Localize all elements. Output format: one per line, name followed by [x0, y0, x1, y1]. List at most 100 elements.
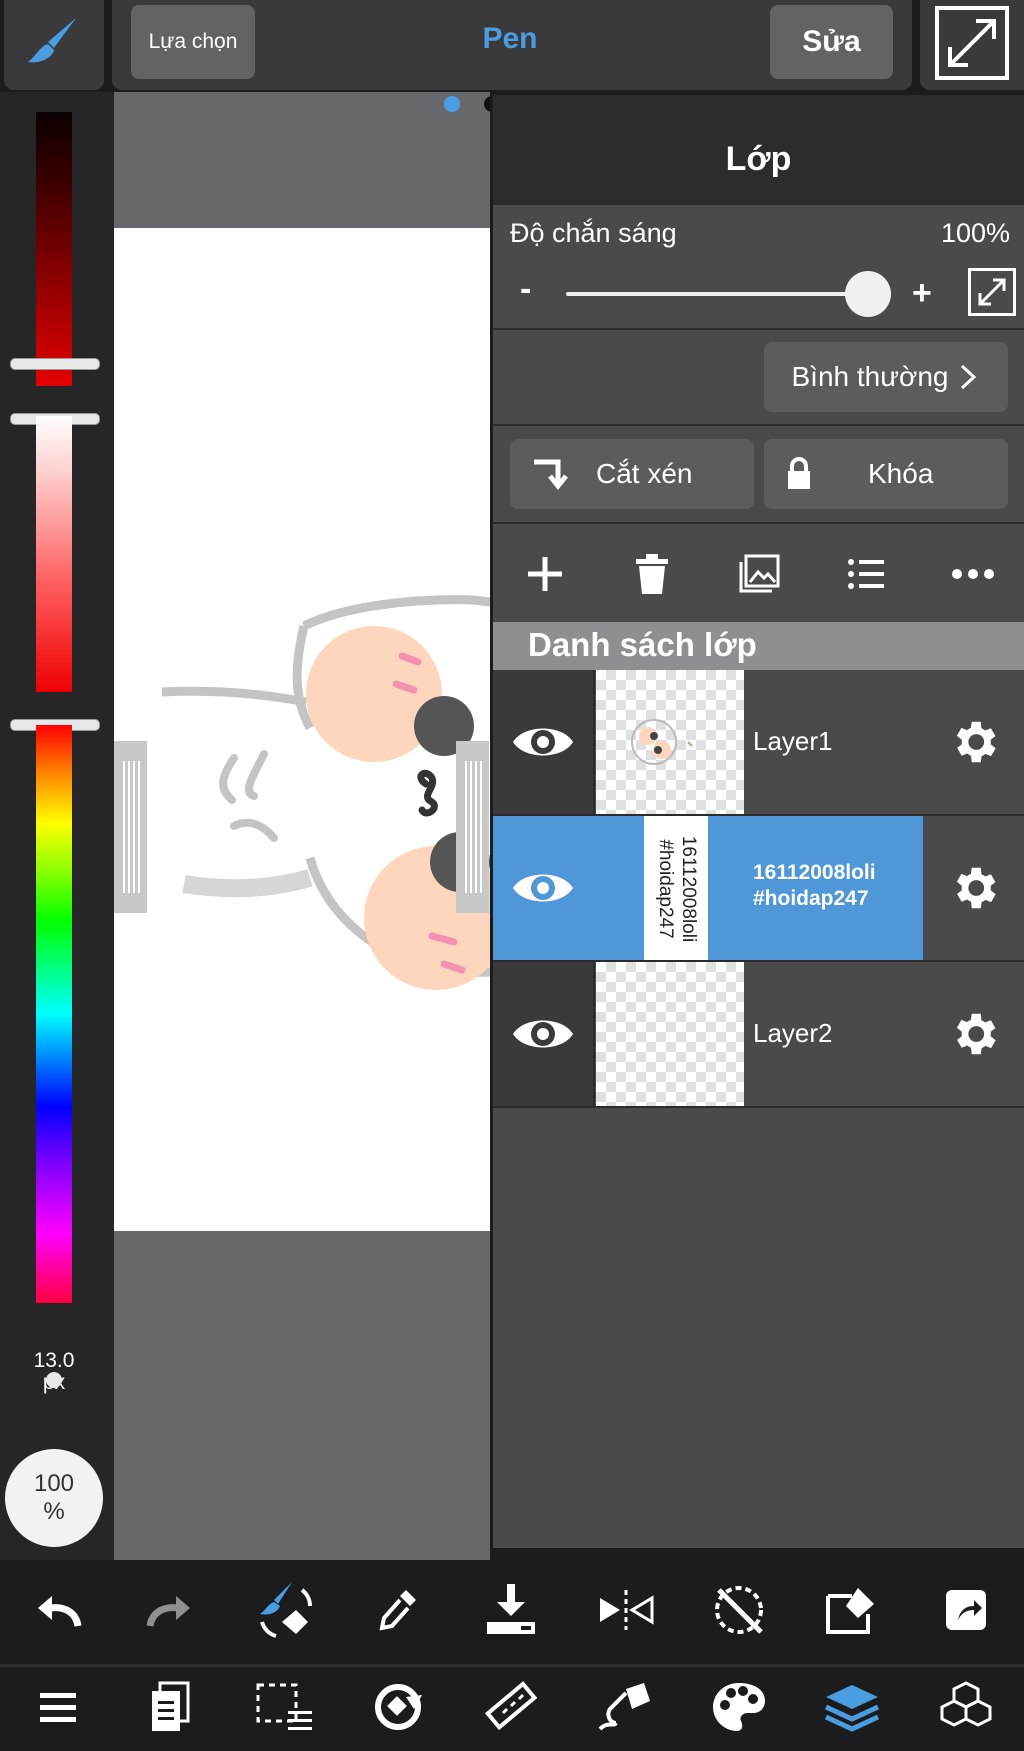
layer-name-line2: #hoidap247 [753, 887, 869, 910]
flip-icon [600, 1590, 654, 1630]
eye-icon [513, 728, 573, 756]
chevron-right-icon [961, 364, 977, 390]
undo-button[interactable] [18, 1570, 98, 1650]
fullscreen-button[interactable] [920, 0, 1024, 90]
layers-button[interactable] [812, 1667, 892, 1747]
visibility-toggle[interactable] [493, 670, 595, 814]
menu-button[interactable] [18, 1667, 98, 1747]
image-icon [739, 554, 780, 593]
eyedropper-icon [379, 1590, 416, 1631]
gear-icon [956, 1013, 996, 1055]
delete-layer-button[interactable] [622, 540, 682, 608]
drawing-artwork [161, 595, 508, 990]
saturation-slider[interactable] [36, 416, 72, 692]
brush-tool-button[interactable] [4, 0, 104, 90]
tool-title[interactable]: Pen [420, 22, 600, 56]
edit-button[interactable]: Sửa [770, 5, 893, 79]
brightness-handle[interactable] [10, 358, 100, 370]
canvas-paper[interactable] [114, 228, 508, 1231]
layer-thumbnail [596, 962, 744, 1106]
layers-icon [824, 1685, 880, 1732]
brightness-slider[interactable] [36, 112, 72, 386]
left-drag-handle[interactable] [114, 741, 147, 913]
gear-icon [956, 867, 996, 909]
grip-lines-icon [123, 761, 140, 893]
thumb-text-line2: #hoidap247 [655, 839, 676, 939]
brush-transform-button[interactable] [244, 1570, 324, 1650]
edit-canvas-button[interactable] [812, 1570, 892, 1650]
add-layer-button[interactable] [515, 540, 575, 608]
pages-button[interactable] [130, 1667, 210, 1747]
layer-settings-button[interactable] [923, 670, 1024, 814]
pages-icon [152, 1681, 190, 1731]
eyedropper-button[interactable] [358, 1570, 438, 1650]
layer-row[interactable]: Layer2 [493, 962, 1024, 1108]
rotate-canvas-button[interactable] [358, 1667, 438, 1747]
rotate-canvas-icon [375, 1684, 422, 1730]
save-button[interactable] [471, 1570, 551, 1650]
blend-mode-button[interactable]: Bình thường [764, 342, 1008, 412]
layer-tools-row [493, 540, 1024, 608]
add-image-layer-button[interactable] [729, 540, 789, 608]
clip-arrow-icon [534, 459, 568, 491]
clipping-button[interactable]: Cắt xén [510, 439, 754, 509]
layer-row[interactable]: Layer1 [493, 670, 1024, 816]
visibility-toggle[interactable] [493, 816, 593, 960]
layer-row-selected[interactable]: 16112008loli #hoidap247 16112008loli #ho… [493, 816, 1024, 962]
text-thumbnail-content: 16112008loli #hoidap247 [654, 816, 700, 960]
undo-icon [38, 1596, 82, 1627]
brush-opacity-button[interactable]: 100 % [5, 1449, 103, 1547]
opacity-slider[interactable] [566, 292, 866, 296]
opacity-plus-button[interactable]: + [912, 274, 932, 313]
thumb-text-line1: 16112008loli [678, 835, 699, 943]
hue-slider[interactable] [36, 725, 72, 1303]
layer-name-line1: 16112008loli [753, 861, 876, 884]
flip-button[interactable] [586, 1570, 666, 1650]
share-button[interactable] [926, 1570, 1006, 1650]
opacity-minus-button[interactable]: - [520, 270, 531, 309]
brush-size-preview [46, 1372, 62, 1388]
divider [493, 328, 1024, 330]
opacity-value: 100% [940, 218, 1010, 248]
brush-opacity-value: 100 [33, 1470, 75, 1497]
layer-list-title: Danh sách lớp [528, 626, 757, 663]
ruler-icon [484, 1681, 538, 1731]
ruler-button[interactable] [471, 1667, 551, 1747]
gear-icon [956, 721, 996, 763]
palette-button[interactable] [699, 1667, 779, 1747]
opacity-expand-button[interactable] [968, 268, 1016, 316]
clipping-label: Cắt xén [596, 458, 693, 489]
right-drag-handle[interactable] [456, 741, 489, 913]
layer-thumbnail: 16112008loli #hoidap247 [596, 816, 744, 960]
fill-button[interactable] [586, 1667, 666, 1747]
visibility-toggle[interactable] [493, 962, 595, 1106]
page-dot-active [444, 96, 460, 112]
layer-thumbnail [596, 670, 744, 814]
palette-icon [713, 1683, 765, 1731]
lock-button[interactable]: Khóa [764, 439, 1008, 509]
brush-opacity-unit: % [43, 1498, 65, 1525]
redo-button[interactable] [130, 1570, 210, 1650]
expand-icon [978, 278, 1006, 306]
brush-icon [28, 18, 76, 63]
layer-settings-button[interactable] [923, 962, 1024, 1106]
eye-icon [513, 1020, 573, 1048]
layer-list-button[interactable] [836, 540, 896, 608]
plus-icon [528, 557, 562, 591]
more-options-button[interactable] [943, 540, 1003, 608]
select-button[interactable]: Lựa chọn [131, 5, 255, 79]
trash-icon [636, 554, 668, 594]
layer-name: Layer1 [753, 726, 833, 756]
edit-icon [826, 1588, 874, 1634]
no-rotate-icon [715, 1586, 763, 1634]
bottom-toolbar-actions [0, 1562, 1024, 1658]
rotation-lock-button[interactable] [699, 1570, 779, 1650]
layer-settings-button[interactable] [923, 816, 1024, 960]
materials-button[interactable] [926, 1667, 1006, 1747]
opacity-slider-thumb[interactable] [845, 271, 891, 317]
layer-name: 16112008loli #hoidap247 [753, 860, 876, 912]
expand-icon [935, 6, 1009, 80]
fill-icon [598, 1683, 650, 1731]
selection-button[interactable] [244, 1667, 324, 1747]
save-icon [487, 1584, 535, 1634]
